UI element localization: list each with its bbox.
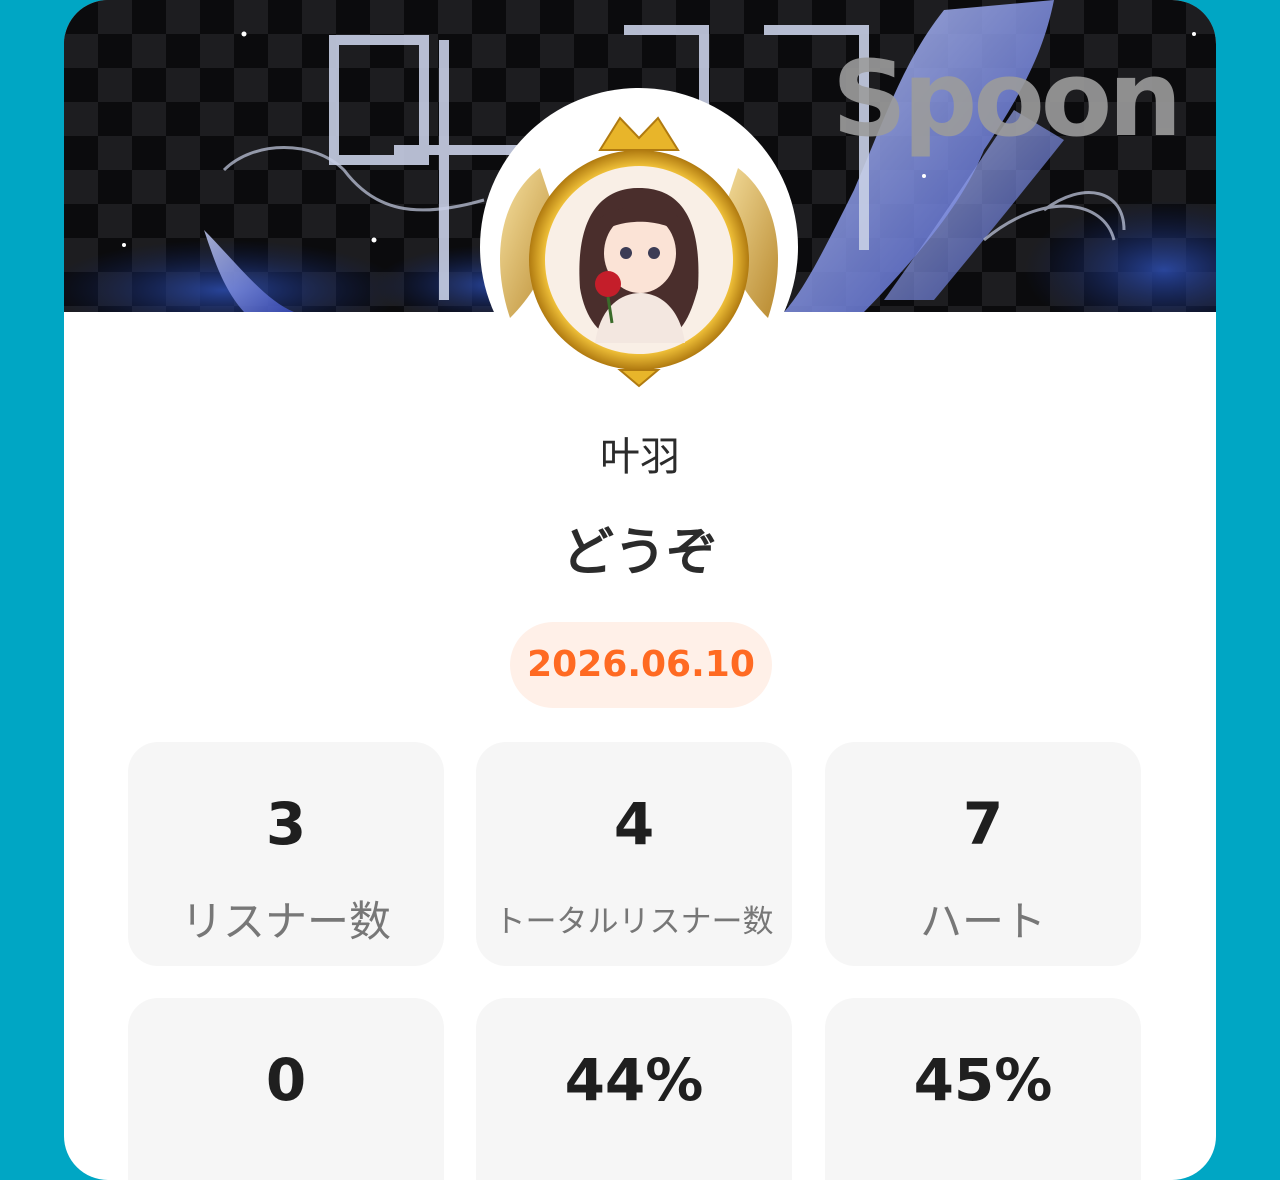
stat-value: 3 <box>265 790 307 858</box>
stream-title: どうぞ <box>561 523 718 583</box>
stat-tile-6: 45% <box>825 998 1141 1180</box>
avatar <box>480 88 798 406</box>
stat-value: 0 <box>265 1046 307 1114</box>
stat-listeners: 3 リスナー数 <box>128 742 444 966</box>
stat-hearts: 7 ハート <box>825 742 1141 966</box>
stat-label: ハート <box>919 897 1046 946</box>
stat-label: トータルリスナー数 <box>494 904 774 940</box>
user-name: 叶羽 <box>600 434 680 480</box>
date-badge: 2026.06.10 <box>510 622 772 708</box>
stat-label: リスナー数 <box>180 897 391 946</box>
avatar-frame-icon <box>500 116 778 388</box>
stat-total-listeners: 4 トータルリスナー数 <box>476 742 792 966</box>
stat-tile-4: 0 <box>128 998 444 1180</box>
stat-value: 45% <box>913 1046 1053 1114</box>
stat-value: 4 <box>613 790 655 858</box>
stat-tile-5: 44% <box>476 998 792 1180</box>
stream-report-card: Spoon 叶羽 どうぞ 2026.06.10 3 リスナー数 4 トータルリス… <box>64 0 1216 1180</box>
spoon-logo: Spoon <box>832 38 1182 160</box>
stat-value: 7 <box>962 790 1004 858</box>
stat-value: 44% <box>564 1046 704 1114</box>
